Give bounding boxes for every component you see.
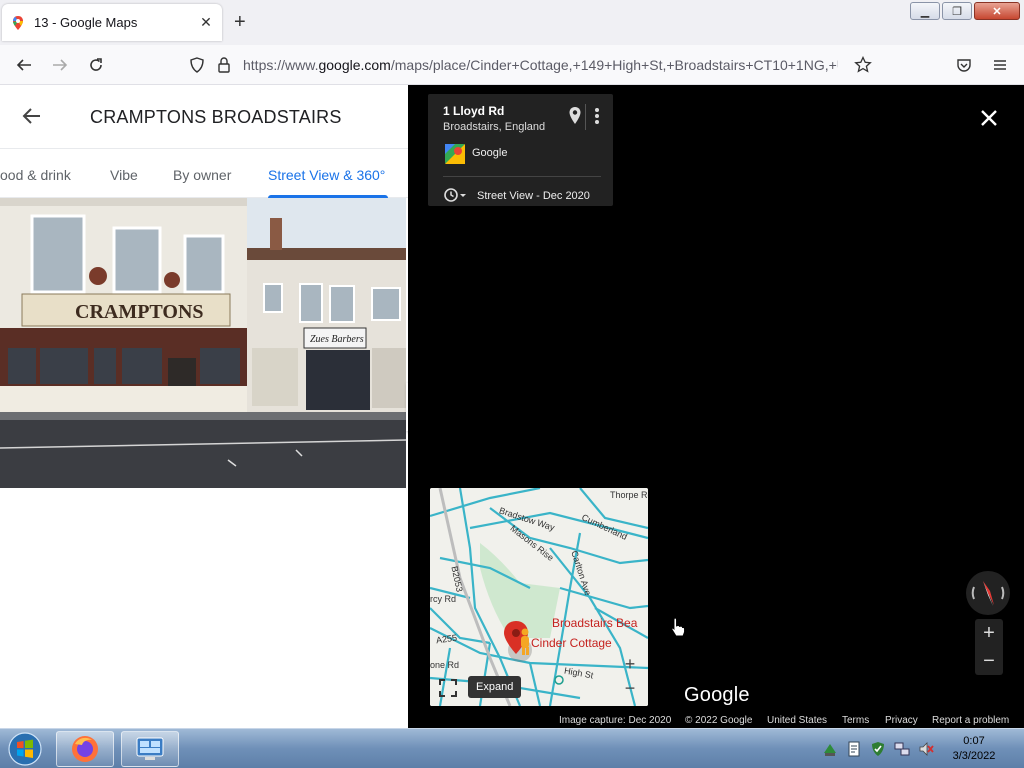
minimize-button[interactable]: ▁: [910, 2, 940, 20]
volume-muted-icon[interactable]: [918, 741, 934, 757]
panel-header: CRAMPTONS BROADSTAIRS: [0, 85, 408, 148]
terms-link[interactable]: Terms: [842, 715, 869, 726]
url-host: google.com: [318, 57, 391, 73]
map-footer: Image capture: Dec 2020 © 2022 Google Un…: [408, 715, 1024, 728]
forward-arrow-icon: [53, 59, 68, 71]
place-label-cinder-cottage[interactable]: Cinder Cottage: [531, 636, 612, 650]
back-arrow-icon: [16, 59, 31, 71]
new-tab-button[interactable]: +: [234, 12, 246, 32]
sv-address: 1 Lloyd Rd: [443, 104, 505, 118]
bookmark-star-icon[interactable]: [854, 56, 872, 74]
windows-start-icon[interactable]: [6, 731, 44, 767]
photo-sign-cramptons: CRAMPTONS: [75, 301, 204, 323]
taskbar: 0:07 3/3/2022: [0, 728, 1024, 768]
restore-button[interactable]: ❐: [942, 2, 972, 20]
sv-capture-date[interactable]: Street View - Dec 2020: [477, 190, 590, 202]
tab-vibe[interactable]: Vibe: [110, 167, 138, 183]
forward-button[interactable]: [48, 53, 72, 77]
place-label-beach[interactable]: Broadstairs Bea: [552, 616, 637, 630]
region-link[interactable]: United States: [767, 715, 827, 726]
minimap-zoom-in-button[interactable]: +: [618, 652, 642, 676]
tab-food-drink[interactable]: ood & drink: [0, 167, 71, 183]
minimap-zoom-controls: + −: [618, 652, 642, 702]
clock-time: 0:07: [963, 735, 985, 747]
remote-desktop-icon: [136, 737, 164, 760]
history-clock-icon[interactable]: [443, 187, 467, 203]
photo-sign-barbers: Zues Barbers: [310, 334, 364, 345]
lock-icon[interactable]: [216, 56, 232, 74]
street-label: rcy Rd: [430, 594, 457, 604]
tab-title: 13 - Google Maps: [34, 15, 138, 30]
hamburger-menu-icon: [994, 60, 1006, 70]
street-view-info-card: 1 Lloyd Rd Broadstairs, England Google S…: [428, 94, 613, 206]
google-maps-logo-icon: [445, 144, 465, 164]
tab-street-view[interactable]: Street View & 360°: [268, 167, 385, 183]
sv-provider: Google: [472, 147, 508, 159]
tab-close-icon[interactable]: ✕: [198, 14, 214, 31]
compass-icon[interactable]: [964, 569, 1012, 617]
browser-titlebar: 13 - Google Maps ✕ + ▁ ❐ ✕: [0, 0, 1024, 45]
expand-map-icon[interactable]: [438, 678, 458, 698]
pocket-button[interactable]: [952, 53, 976, 77]
tab-by-owner[interactable]: By owner: [173, 167, 231, 183]
place-title: CRAMPTONS BROADSTAIRS: [90, 107, 342, 127]
zoom-out-button[interactable]: −: [975, 647, 1003, 675]
reload-button[interactable]: [84, 53, 108, 77]
window-controls: ▁ ❐ ✕: [910, 2, 1020, 20]
firefox-icon: [72, 736, 98, 762]
google-logo: Google: [684, 684, 750, 706]
url-text[interactable]: https://www.google.com/maps/place/Cinder…: [243, 57, 838, 73]
clock-date: 3/3/2022: [952, 750, 996, 762]
sv-locality: Broadstairs, England: [443, 121, 546, 133]
street-label: Thorpe Rd: [610, 490, 648, 500]
window-close-button[interactable]: ✕: [974, 2, 1020, 20]
close-street-view-icon[interactable]: [978, 107, 1000, 129]
document-tray-icon[interactable]: [846, 741, 862, 757]
street-view-zoom-controls: + −: [975, 619, 1003, 675]
url-bar[interactable]: https://www.google.com/maps/place/Cinder…: [178, 49, 880, 81]
report-problem-link[interactable]: Report a problem: [932, 715, 1009, 726]
url-prefix: https://www.: [243, 57, 319, 73]
network-tray-icon[interactable]: [822, 741, 838, 757]
hand-cursor-icon: [671, 617, 685, 637]
pocket-icon: [957, 59, 971, 72]
back-button[interactable]: [12, 53, 36, 77]
network-connection-tray-icon[interactable]: [894, 741, 910, 757]
image-capture-label: Image capture: Dec 2020: [559, 715, 672, 726]
street-label: one Rd: [430, 660, 460, 670]
minimap-zoom-out-button[interactable]: −: [618, 676, 642, 700]
street-view-area[interactable]: 1 Lloyd Rd Broadstairs, England Google S…: [408, 85, 1024, 728]
taskbar-app-button[interactable]: [121, 731, 179, 767]
taskbar-firefox-button[interactable]: [56, 731, 114, 767]
browser-tab[interactable]: 13 - Google Maps ✕: [2, 4, 222, 41]
panel-back-icon[interactable]: [20, 104, 44, 128]
privacy-link[interactable]: Privacy: [885, 715, 918, 726]
info-separator: [585, 104, 586, 130]
info-divider: [443, 176, 601, 177]
photo-category-tabs: ood & drink Vibe By owner Street View & …: [0, 148, 408, 198]
location-pin-icon[interactable]: [568, 106, 582, 126]
place-panel: CRAMPTONS BROADSTAIRS ood & drink Vibe B…: [0, 85, 408, 728]
expand-tooltip: Expand: [468, 676, 522, 698]
url-path: /maps/place/Cinder+Cottage,+149+High+St,…: [390, 57, 838, 73]
system-clock[interactable]: 0:07 3/3/2022: [944, 734, 1004, 764]
tracking-shield-icon[interactable]: [188, 56, 206, 74]
copyright-label: © 2022 Google: [685, 715, 753, 726]
more-options-icon[interactable]: [593, 106, 601, 126]
minimap[interactable]: Thorpe Rd Bradstow Way Cumberland Masons…: [430, 488, 648, 706]
browser-navbar: https://www.google.com/maps/place/Cinder…: [0, 45, 1024, 85]
security-tray-icon[interactable]: [870, 741, 886, 757]
reload-icon: [90, 58, 102, 71]
google-maps-favicon-icon: [13, 15, 23, 30]
street-view-photo[interactable]: CRAMPTONS Zues Barbers: [0, 198, 406, 488]
menu-button[interactable]: [988, 53, 1012, 77]
zoom-in-button[interactable]: +: [975, 619, 1003, 647]
